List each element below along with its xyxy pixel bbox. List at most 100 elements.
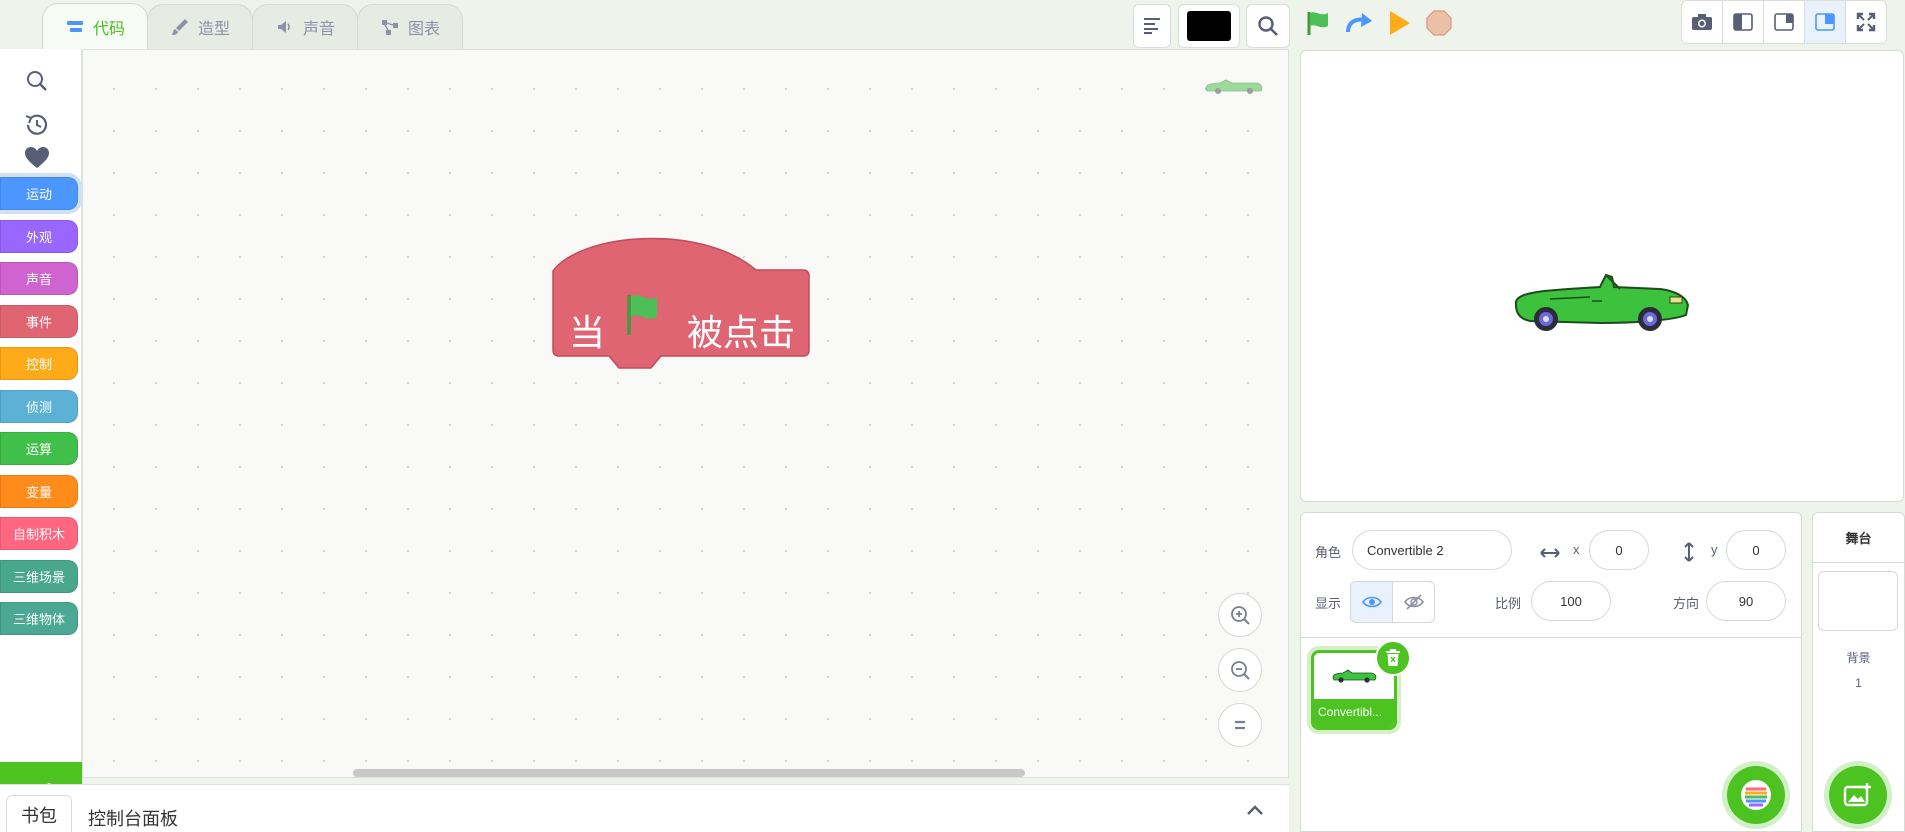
code-icon	[67, 20, 83, 32]
direction-input[interactable]: 90	[1706, 581, 1786, 621]
equals-icon	[1235, 720, 1245, 730]
add-backdrop-button[interactable]	[1829, 766, 1887, 824]
redo-icon	[1346, 13, 1372, 33]
brush-icon	[172, 19, 189, 35]
sprite-on-stage[interactable]	[1510, 271, 1690, 338]
sprite-ghost-image	[1204, 76, 1264, 101]
fullscreen-icon	[1856, 12, 1876, 32]
expand-console-button[interactable]	[1246, 803, 1264, 821]
speaker-icon	[278, 21, 290, 33]
add-sprite-icon	[1741, 780, 1771, 810]
stage-canvas[interactable]	[1300, 50, 1904, 502]
tab-label: 造型	[198, 21, 231, 38]
size-input[interactable]: 100	[1531, 581, 1611, 621]
align-left-icon	[1144, 18, 1160, 34]
large-stage-icon	[1815, 13, 1835, 31]
stage-mode-group	[1681, 0, 1887, 44]
category-button[interactable]: 三维场景	[0, 559, 78, 593]
sprite-info-panel: 角色 Convertible 2 x 0 y 0 显示 比例 100 方向 90	[1300, 512, 1802, 832]
history-button[interactable]	[22, 110, 52, 140]
size-label: 比例	[1495, 596, 1522, 611]
eye-slash-icon	[1403, 594, 1424, 610]
vertical-arrows-icon	[1684, 542, 1694, 562]
align-button[interactable]	[1133, 4, 1171, 48]
category-button[interactable]: 事件	[0, 304, 78, 338]
large-stage-button[interactable]	[1804, 0, 1846, 44]
small-stage-button[interactable]	[1722, 0, 1764, 44]
category-button[interactable]: 声音	[0, 262, 78, 295]
zoom-in-icon	[1231, 606, 1250, 625]
visibility-toggle	[1350, 581, 1435, 623]
tab-costumes[interactable]: 造型	[147, 4, 254, 49]
y-input[interactable]: 0	[1726, 530, 1786, 570]
add-backdrop-icon	[1843, 783, 1871, 807]
hide-sprite-button[interactable]	[1392, 581, 1435, 623]
category-button[interactable]: 运动	[0, 177, 78, 210]
zoom-out-icon	[1231, 661, 1250, 680]
category-button[interactable]: 变量	[0, 474, 78, 508]
category-list: 运动外观声音事件控制侦测运算变量自制积木三维场景三维物体	[0, 177, 82, 645]
screenshot-button[interactable]	[1681, 0, 1723, 44]
play-icon	[1390, 11, 1410, 35]
category-button[interactable]: 三维物体	[0, 602, 78, 635]
play-button[interactable]	[1382, 6, 1416, 40]
block-palette: 运动外观声音事件控制侦测运算变量自制积木三维场景三维物体	[0, 49, 82, 828]
palette-search-button[interactable]	[22, 66, 52, 96]
category-button[interactable]: 控制	[0, 347, 78, 380]
backpack-tab[interactable]: 书包	[6, 795, 72, 832]
category-button[interactable]: 外观	[0, 219, 78, 253]
normal-stage-icon	[1774, 13, 1794, 31]
show-sprite-button[interactable]	[1350, 581, 1393, 623]
redo-button[interactable]	[1342, 6, 1376, 40]
zoom-out-button[interactable]	[1218, 648, 1262, 692]
trash-icon	[1386, 649, 1400, 666]
tab-code[interactable]: 代码	[42, 3, 149, 49]
code-workspace[interactable]: 当 被点击	[82, 49, 1289, 778]
search-button[interactable]	[1246, 4, 1290, 48]
x-input[interactable]: 0	[1589, 530, 1649, 570]
green-flag-button[interactable]	[1301, 6, 1335, 40]
eye-icon	[1361, 596, 1382, 608]
backdrop-thumbnail[interactable]	[1818, 571, 1898, 631]
small-stage-icon	[1733, 13, 1753, 31]
y-label: y	[1711, 542, 1718, 557]
zoom-reset-button[interactable]	[1218, 703, 1262, 747]
favorites-button[interactable]	[22, 143, 52, 173]
app-root: 代码 造型 声音 图表 运动 外观 声音 事件 控制 侦测 运算 变量 自制积木…	[0, 0, 1905, 832]
sprite-properties: 角色 Convertible 2 x 0 y 0 显示 比例 100 方向 90	[1301, 513, 1801, 638]
horizontal-scrollbar[interactable]	[353, 769, 1025, 777]
horizontal-arrows-icon	[1540, 548, 1560, 558]
fullscreen-button[interactable]	[1845, 0, 1887, 44]
normal-stage-button[interactable]	[1763, 0, 1805, 44]
zoom-in-button[interactable]	[1218, 593, 1262, 637]
tab-label: 图表	[408, 21, 441, 38]
stage-backdrop-panel[interactable]: 舞台 背景 1	[1812, 512, 1905, 832]
category-button[interactable]: 运算	[0, 432, 78, 465]
editor-tabs: 代码 造型 声音 图表	[42, 3, 464, 49]
tab-charts[interactable]: 图表	[357, 4, 464, 49]
stop-icon	[1426, 10, 1452, 36]
sprite-name-input[interactable]: Convertible 2	[1352, 530, 1512, 570]
add-sprite-button[interactable]	[1727, 766, 1785, 824]
x-label: x	[1573, 542, 1580, 557]
console-panel-title: 控制台面板	[88, 809, 178, 829]
category-button[interactable]: 侦测	[0, 389, 78, 423]
delete-sprite-button[interactable]	[1375, 640, 1411, 676]
backdrop-label: 背景	[1846, 651, 1871, 665]
show-label: 显示	[1315, 596, 1342, 611]
tab-label: 代码	[93, 20, 126, 38]
stop-button[interactable]	[1422, 6, 1456, 40]
direction-label: 方向	[1673, 596, 1700, 611]
history-icon	[25, 114, 48, 135]
car-icon	[1514, 273, 1690, 331]
car-icon	[1332, 669, 1377, 683]
sprite-thumbnail-name: Convertibl...	[1314, 699, 1394, 727]
color-swatch	[1187, 11, 1231, 41]
backpack-bar: 书包 控制台面板	[0, 784, 1289, 832]
heart-icon	[25, 147, 49, 168]
stage-title: 舞台	[1813, 513, 1904, 563]
chevron-up-icon	[1247, 805, 1263, 815]
color-picker-button[interactable]	[1178, 4, 1240, 48]
tab-sounds[interactable]: 声音	[252, 4, 359, 49]
category-button[interactable]: 自制积木	[0, 517, 78, 550]
